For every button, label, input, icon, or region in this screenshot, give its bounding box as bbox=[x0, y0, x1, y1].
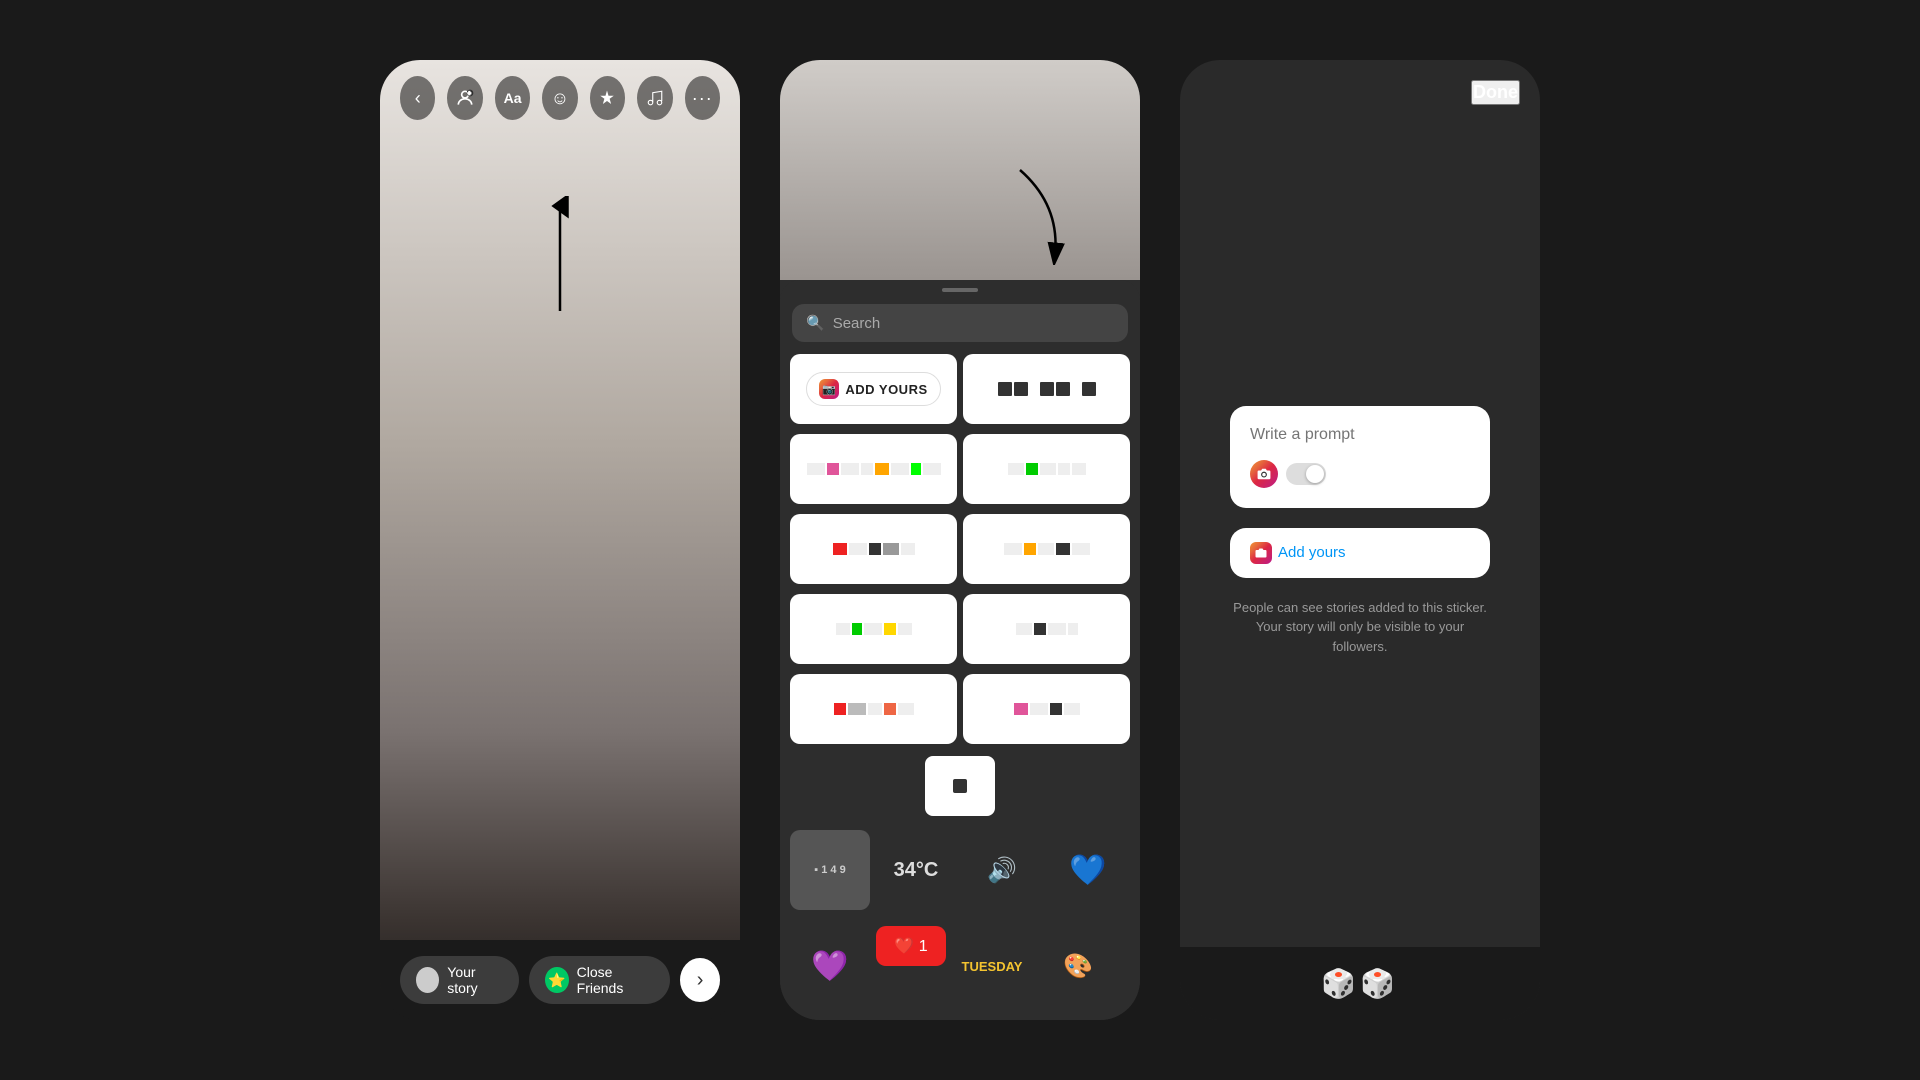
search-icon: 🔍 bbox=[806, 314, 825, 332]
bottom-bar: 🎲🎲 bbox=[1180, 947, 1540, 1020]
sound-label: 🔊 bbox=[987, 856, 1017, 885]
sticker-item-7[interactable] bbox=[963, 594, 1130, 664]
story-canvas bbox=[380, 136, 740, 940]
graffiti-sticker[interactable]: 🎨 bbox=[1038, 926, 1118, 1006]
your-story-button[interactable]: Your story bbox=[400, 956, 519, 1004]
add-yours-link[interactable]: Add yours bbox=[1250, 542, 1470, 564]
add-camera-icon bbox=[1250, 542, 1272, 564]
toggle-switch[interactable] bbox=[1286, 463, 1326, 485]
sticker-grid: 📷 ADD YOURS bbox=[780, 354, 1140, 748]
tuesday-sticker[interactable]: TUESDAY bbox=[952, 926, 1032, 1006]
svg-text:+: + bbox=[468, 91, 471, 97]
sticker-item-3[interactable] bbox=[963, 434, 1130, 504]
toggle-row bbox=[1250, 460, 1470, 488]
phone-2: 🔍 Search 📷 ADD YOURS bbox=[780, 60, 1140, 1020]
camera-icon: 📷 bbox=[819, 379, 839, 399]
text-button[interactable]: Aa bbox=[495, 76, 530, 120]
back-icon: ‹ bbox=[415, 88, 421, 109]
sound-sticker[interactable]: 🔊 bbox=[962, 830, 1042, 910]
heart-2-icon: 💜 bbox=[811, 949, 848, 984]
story-preview bbox=[780, 60, 1140, 280]
close-friends-icon: ⭐ bbox=[545, 967, 568, 993]
emoji-icon: ☺ bbox=[551, 88, 569, 109]
heart-label: 💙 bbox=[1069, 853, 1106, 888]
avatar bbox=[416, 967, 439, 993]
sparkle-icon bbox=[598, 89, 616, 107]
sticker-item-2[interactable] bbox=[790, 434, 957, 504]
heart-sticker[interactable]: 💙 bbox=[1048, 830, 1128, 910]
person-icon: + bbox=[455, 88, 475, 108]
sticker-item-1[interactable] bbox=[963, 354, 1130, 424]
back-button[interactable]: ‹ bbox=[400, 76, 435, 120]
text-icon: Aa bbox=[504, 90, 522, 106]
arrow-down-annotation bbox=[1000, 165, 1080, 270]
prompt-input[interactable] bbox=[1250, 426, 1470, 444]
counter-label: ▪ 1 4 9 bbox=[814, 864, 845, 876]
sheet-handle bbox=[942, 288, 978, 292]
sticker-quick-bar: ▪ 1 4 9 34°C 🔊 💙 bbox=[780, 824, 1140, 916]
sticker-quick-bar-2: 💜 ❤️ 1 TUESDAY 🎨 bbox=[780, 920, 1140, 1012]
like-icon: ❤️ 1 bbox=[894, 936, 927, 956]
sticker-item-9[interactable] bbox=[963, 674, 1130, 744]
dice-icon: 🎲🎲 bbox=[1321, 967, 1399, 1000]
close-friends-label: Close Friends bbox=[577, 964, 655, 996]
info-text: People can see stories added to this sti… bbox=[1230, 598, 1490, 657]
emoji-button[interactable]: ☺ bbox=[542, 76, 577, 120]
temp-sticker[interactable]: 34°C bbox=[876, 830, 956, 910]
add-yours-text: Add yours bbox=[1278, 544, 1346, 561]
arrow-annotation bbox=[540, 196, 580, 321]
write-prompt-card bbox=[1230, 406, 1490, 508]
toolbar: ‹ + Aa ☺ ··· bbox=[380, 60, 740, 136]
music-button[interactable] bbox=[637, 76, 672, 120]
phone-1: ‹ + Aa ☺ ··· bbox=[380, 60, 740, 1020]
tuesday-text: TUESDAY bbox=[962, 959, 1023, 974]
sticker-item-8[interactable] bbox=[790, 674, 957, 744]
close-friends-button[interactable]: ⭐ Close Friends bbox=[529, 956, 670, 1004]
add-yours-badge: 📷 ADD YOURS bbox=[806, 372, 940, 406]
sticker-sheet: 🔍 Search 📷 ADD YOURS bbox=[780, 280, 1140, 1020]
more-icon: ··· bbox=[692, 88, 713, 109]
graffiti-icon: 🎨 bbox=[1063, 952, 1093, 981]
your-story-label: Your story bbox=[447, 964, 503, 996]
next-icon: › bbox=[697, 969, 704, 992]
temp-label: 34°C bbox=[894, 859, 939, 882]
loading-row bbox=[780, 748, 1140, 824]
done-button[interactable]: Done bbox=[1471, 80, 1520, 105]
sticker-item-5[interactable] bbox=[963, 514, 1130, 584]
sticker-item-4[interactable] bbox=[790, 514, 957, 584]
search-bar[interactable]: 🔍 Search bbox=[792, 304, 1128, 342]
add-yours-text: ADD YOURS bbox=[845, 382, 927, 397]
loading-sticker bbox=[925, 756, 995, 816]
music-icon bbox=[646, 89, 664, 107]
sticker-item-6[interactable] bbox=[790, 594, 957, 664]
add-yours-canvas: Add yours People can see stories added t… bbox=[1180, 115, 1540, 947]
heart-2-sticker[interactable]: 💜 bbox=[790, 926, 870, 1006]
like-sticker[interactable]: ❤️ 1 bbox=[876, 926, 946, 966]
header: Done bbox=[1180, 60, 1540, 115]
add-yours-card: Add yours bbox=[1230, 528, 1490, 578]
sparkle-button[interactable] bbox=[590, 76, 625, 120]
search-placeholder: Search bbox=[833, 315, 881, 332]
add-yours-sticker[interactable]: 📷 ADD YOURS bbox=[790, 354, 957, 424]
counter-sticker[interactable]: ▪ 1 4 9 bbox=[790, 830, 870, 910]
toggle-camera-icon bbox=[1250, 460, 1278, 488]
more-button[interactable]: ··· bbox=[685, 76, 720, 120]
bottom-bar: Your story ⭐ Close Friends › bbox=[380, 940, 740, 1020]
phone-3: Done bbox=[1180, 60, 1540, 1020]
tag-person-button[interactable]: + bbox=[447, 76, 482, 120]
next-button[interactable]: › bbox=[680, 958, 720, 1002]
